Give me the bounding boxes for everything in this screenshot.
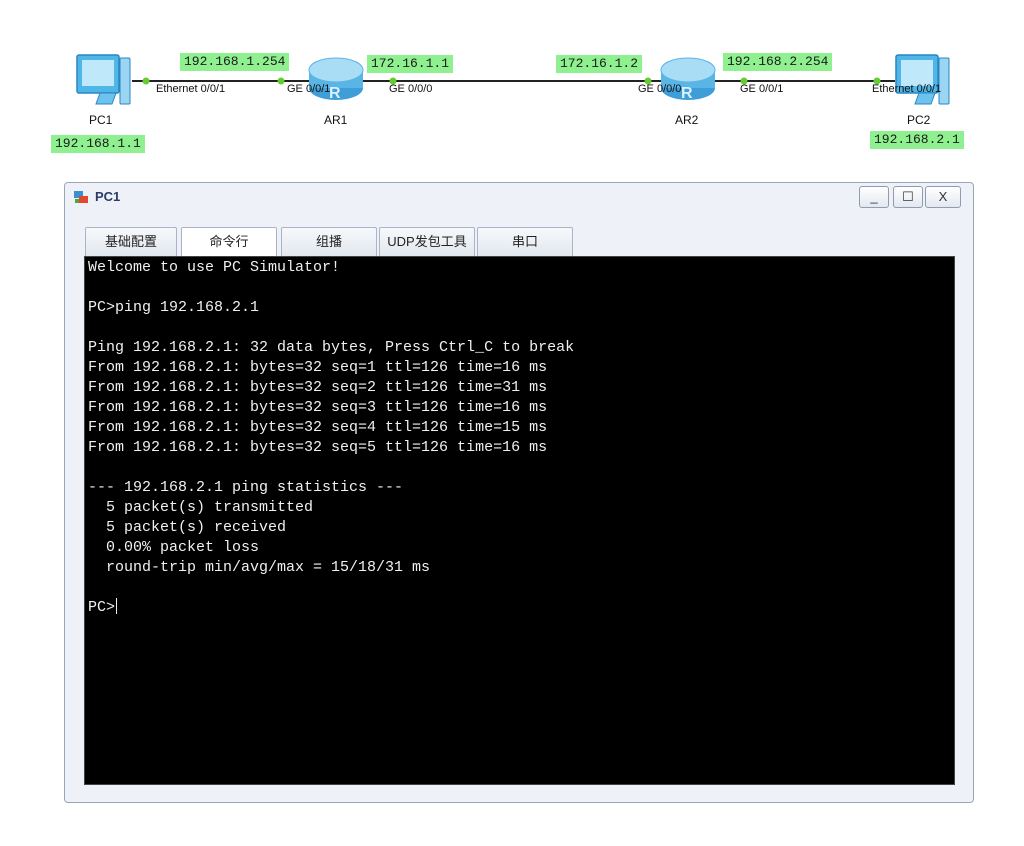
- network-topology: R R 192.168.1.254 172.16.1.1 172.16.1.2 …: [0, 0, 1024, 180]
- terminal-line: From 192.168.2.1: bytes=32 seq=1 ttl=126…: [88, 359, 548, 376]
- tab-multicast[interactable]: 组播: [281, 227, 377, 257]
- pc-simulator-icon: [74, 191, 88, 203]
- terminal-line: Welcome to use PC Simulator!: [88, 259, 341, 276]
- close-button[interactable]: X: [925, 186, 961, 208]
- port-dot-pc1: [142, 77, 150, 85]
- terminal-console[interactable]: Welcome to use PC Simulator! PC>ping 192…: [84, 256, 955, 785]
- port-label-ar1-ge001: GE 0/0/1: [287, 83, 331, 95]
- terminal-line: From 192.168.2.1: bytes=32 seq=4 ttl=126…: [88, 419, 548, 436]
- svg-text:R: R: [329, 85, 341, 102]
- terminal-line: round-trip min/avg/max = 15/18/31 ms: [88, 559, 431, 576]
- tab-udp-tool[interactable]: UDP发包工具: [379, 227, 475, 257]
- terminal-line: From 192.168.2.1: bytes=32 seq=5 ttl=126…: [88, 439, 548, 456]
- terminal-line: 5 packet(s) received: [88, 519, 287, 536]
- ip-ar1-g000: 172.16.1.1: [367, 55, 454, 73]
- device-label-pc1: PC1: [89, 113, 113, 127]
- terminal-prompt: PC>: [88, 599, 116, 616]
- title-bar[interactable]: PC1 _ ☐ X: [65, 183, 973, 211]
- port-dot-ar1-g001: [277, 77, 285, 85]
- terminal-line: PC>ping 192.168.2.1: [88, 299, 260, 316]
- port-label-ar2-ge000: GE 0/0/0: [638, 83, 682, 95]
- port-label-pc1-eth: Ethernet 0/0/1: [156, 83, 226, 95]
- pc2-computer-icon[interactable]: [895, 54, 950, 105]
- window-title: PC1: [95, 189, 121, 204]
- ip-ar1-g001: 192.168.1.254: [180, 53, 290, 71]
- terminal-line: 5 packet(s) transmitted: [88, 499, 314, 516]
- terminal-line: --- 192.168.2.1 ping statistics ---: [88, 479, 404, 496]
- topology-canvas: R R: [76, 54, 950, 105]
- pc1-computer-icon[interactable]: [76, 54, 131, 105]
- terminal-line: From 192.168.2.1: bytes=32 seq=2 ttl=126…: [88, 379, 548, 396]
- ip-ar2-g001: 192.168.2.254: [723, 53, 833, 71]
- svg-text:R: R: [681, 85, 693, 102]
- text-cursor: [116, 598, 118, 614]
- terminal-line: 0.00% packet loss: [88, 539, 260, 556]
- terminal-line: Ping 192.168.2.1: 32 data bytes, Press C…: [88, 339, 575, 356]
- device-label-pc2: PC2: [907, 113, 931, 127]
- port-label-pc2-eth: Ethernet 0/0/1: [872, 83, 942, 95]
- tab-serial[interactable]: 串口: [477, 227, 573, 257]
- pc1-window: PC1 _ ☐ X 基础配置 命令行 组播 UDP发包工具 串口 Welcome…: [64, 182, 974, 803]
- port-label-ar1-ge000: GE 0/0/0: [389, 83, 433, 95]
- terminal-prompt-line[interactable]: PC>: [88, 598, 118, 618]
- tab-basic-config[interactable]: 基础配置: [85, 227, 177, 257]
- ip-ar2-g000: 172.16.1.2: [556, 55, 643, 73]
- port-label-ar2-ge001: GE 0/0/1: [740, 83, 784, 95]
- maximize-button[interactable]: ☐: [893, 186, 923, 208]
- tab-command-line[interactable]: 命令行: [181, 227, 277, 258]
- device-label-ar1: AR1: [324, 113, 348, 127]
- ip-pc1: 192.168.1.1: [51, 135, 145, 153]
- terminal-line: From 192.168.2.1: bytes=32 seq=3 ttl=126…: [88, 399, 548, 416]
- ip-pc2: 192.168.2.1: [870, 131, 964, 149]
- minimize-button[interactable]: _: [859, 186, 889, 208]
- device-label-ar2: AR2: [675, 113, 699, 127]
